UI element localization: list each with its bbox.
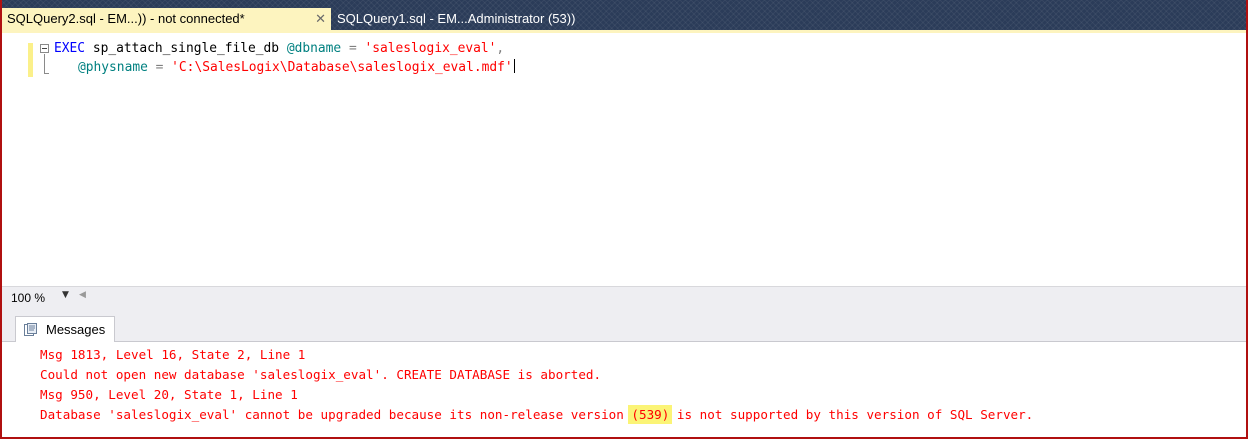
- message-line: Database 'saleslogix_eval' cannot be upg…: [40, 405, 1034, 424]
- equals-op: =: [155, 60, 164, 75]
- collapse-icon[interactable]: [40, 44, 49, 53]
- tab-sqlquery1[interactable]: SQLQuery1.sql - EM...Administrator (53)): [333, 8, 581, 30]
- scroll-left-icon[interactable]: ◀: [79, 290, 86, 300]
- physname-value: 'C:\SalesLogix\Database\saleslogix_eval.…: [171, 60, 513, 75]
- message-text: is not supported by this version of SQL …: [669, 407, 1034, 422]
- dbname-value: 'saleslogix_eval': [364, 41, 497, 56]
- change-tracking-bar: [28, 43, 33, 77]
- message-line: Msg 1813, Level 16, State 2, Line 1: [40, 347, 306, 362]
- highlighted-version: (539): [628, 405, 673, 424]
- zoom-level[interactable]: 100 %: [11, 291, 45, 305]
- zoom-bar: 100 % ▼ ◀: [2, 286, 1246, 310]
- outline-line: [44, 54, 45, 74]
- tab-messages[interactable]: Messages: [15, 316, 115, 342]
- outline-line-end: [44, 73, 49, 74]
- code-line-1[interactable]: EXEC sp_attach_single_file_db @dbname = …: [54, 40, 504, 57]
- close-icon[interactable]: ✕: [315, 8, 326, 30]
- procedure-name: sp_attach_single_file_db: [92, 41, 280, 56]
- tab-label: SQLQuery2.sql - EM...)) - not connected*: [7, 11, 245, 26]
- comma: ,: [496, 41, 505, 56]
- document-tab-strip: SQLQuery2.sql - EM...)) - not connected*…: [2, 0, 1246, 33]
- code-line-2[interactable]: @physname = 'C:\SalesLogix\Database\sale…: [78, 59, 515, 76]
- messages-icon: [24, 323, 37, 336]
- messages-tab-label: Messages: [46, 322, 106, 337]
- param-physname: @physname: [78, 60, 148, 75]
- param-dbname: @dbname: [286, 41, 342, 56]
- message-line: Could not open new database 'saleslogix_…: [40, 367, 602, 382]
- equals-op: =: [348, 41, 357, 56]
- message-line: Msg 950, Level 20, State 1, Line 1: [40, 387, 298, 402]
- message-text: Database 'saleslogix_eval' cannot be upg…: [40, 407, 632, 422]
- messages-panel[interactable]: Msg 1813, Level 16, State 2, Line 1 Coul…: [2, 342, 1246, 437]
- tab-label: SQLQuery1.sql - EM...Administrator (53)): [337, 11, 576, 26]
- chevron-down-icon[interactable]: ▼: [62, 290, 69, 300]
- tab-sqlquery2[interactable]: SQLQuery2.sql - EM...)) - not connected*…: [2, 8, 331, 30]
- query-editor[interactable]: EXEC sp_attach_single_file_db @dbname = …: [2, 33, 1246, 286]
- keyword-exec: EXEC: [54, 41, 86, 56]
- text-caret: [513, 59, 515, 73]
- query-window: SQLQuery2.sql - EM...)) - not connected*…: [0, 0, 1248, 439]
- results-tab-strip: Messages: [2, 310, 1246, 342]
